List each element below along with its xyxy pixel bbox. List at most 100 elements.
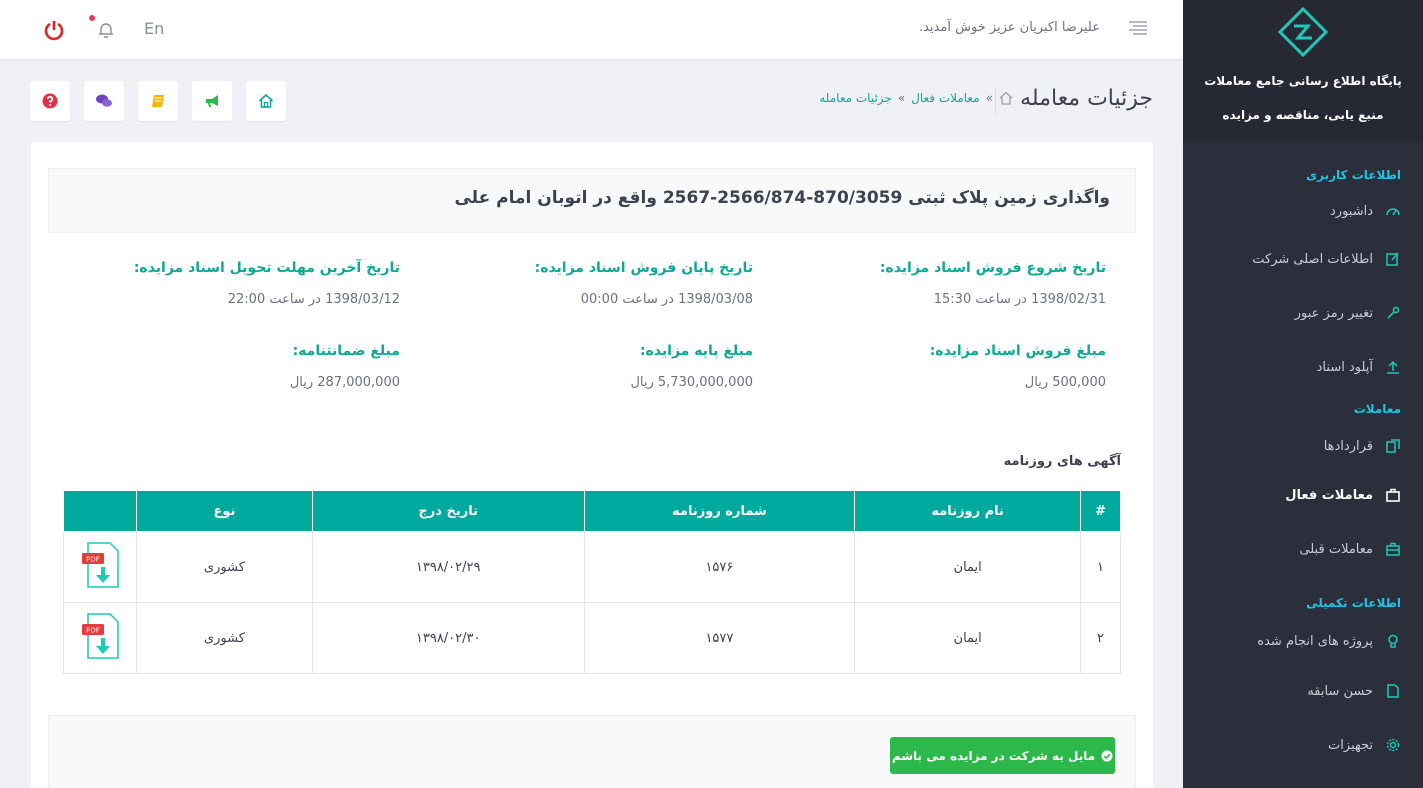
sidebar-item-label: داشبورد <box>1330 203 1373 219</box>
publish-date: ۱۳۹۸/۰۲/۲۹ <box>311 531 585 603</box>
sidebar-item-label: قراردادها <box>1323 438 1373 454</box>
pdf-badge-text: PDF <box>86 556 100 564</box>
contracts-icon <box>1385 438 1401 454</box>
ad-type: کشوری <box>136 602 313 674</box>
deal-details-card: واگذاری زمین پلاک ثبتی 870/3059-2566/874… <box>31 142 1153 788</box>
info-value: 5,730,000,000 ریال <box>630 375 753 390</box>
table-header-row: # نام روزنامه شماره روزنامه تاریخ درج نو… <box>63 490 1121 532</box>
publish-date: ۱۳۹۸/۰۲/۳۰ <box>311 602 585 674</box>
megaphone-icon <box>206 95 218 107</box>
info-label: تاریخ شروع فروش اسناد مزایده: <box>879 260 1106 276</box>
column-header <box>63 490 137 532</box>
pdf-download-icon[interactable]: PDF <box>80 541 120 589</box>
newspaper-ads-title: آگهی های روزنامه <box>1003 454 1121 469</box>
pdf-download-cell[interactable]: PDF <box>63 531 137 603</box>
info-sale-end: تاریخ پایان فروش اسناد مزایده: 1398/03/0… <box>423 260 753 307</box>
sidebar-section-user-info: اطلاعات کاربری <box>1306 168 1401 182</box>
archive-icon <box>1385 541 1401 557</box>
sidebar-item-label: معاملات فعال <box>1285 487 1373 503</box>
pdf-download-icon[interactable]: PDF <box>80 612 120 660</box>
sidebar-item-active-deals[interactable]: معاملات فعال <box>1183 468 1423 522</box>
info-label: مبلغ ضمانتنامه: <box>292 343 400 359</box>
dashboard-icon <box>1385 203 1401 219</box>
help-icon <box>42 93 58 109</box>
sidebar-item-good-record[interactable]: حسن سابقه <box>1183 664 1423 718</box>
gear-icon <box>1385 737 1401 753</box>
info-label: تاریخ آخرین مهلت تحویل اسناد مزایده: <box>133 260 400 276</box>
pdf-badge-text: PDF <box>86 627 100 635</box>
column-header: # <box>1080 490 1121 532</box>
document-icon <box>1385 683 1401 699</box>
info-value: 1398/03/12 در ساعت 22:00 <box>227 292 400 307</box>
info-value: 1398/03/08 در ساعت 00:00 <box>580 292 753 307</box>
edit-icon <box>1385 251 1401 267</box>
sidebar-item-contracts[interactable]: قراردادها <box>1183 424 1423 468</box>
home-icon[interactable] <box>999 91 1013 105</box>
newspaper-name: ایمان <box>854 602 1082 674</box>
pdf-download-cell[interactable]: PDF <box>63 602 137 674</box>
language-switch[interactable]: En <box>144 19 164 38</box>
notification-dot <box>89 15 95 21</box>
help-button[interactable] <box>30 81 70 121</box>
breadcrumb-deal-details: جزئیات معامله <box>819 91 892 105</box>
key-icon <box>1385 305 1401 321</box>
info-delivery-deadline: تاریخ آخرین مهلت تحویل اسناد مزایده: 139… <box>70 260 400 307</box>
ad-type: کشوری <box>136 531 313 603</box>
sidebar: پایگاه اطلاع رسانی جامع معاملات منبع یاب… <box>1183 0 1423 788</box>
sidebar-item-label: آپلود اسناد <box>1316 359 1373 375</box>
table-row: ۱ ایمان ۱۵۷۶ ۱۳۹۸/۰۲/۲۹ کشوری PDF <box>63 531 1121 603</box>
check-circle-icon <box>1101 750 1113 761</box>
chat-icon <box>96 94 112 107</box>
info-base-price: مبلغ پایه مزایده: 5,730,000,000 ریال <box>423 343 753 390</box>
messages-button[interactable] <box>84 81 124 121</box>
briefcase-icon <box>1385 487 1401 503</box>
welcome-message: علیرضا اکبریان عزیز خوش آمدید. <box>918 20 1100 35</box>
sidebar-item-dashboard[interactable]: داشبورد <box>1183 190 1423 232</box>
info-label: مبلغ پایه مزایده: <box>639 343 753 359</box>
info-value: 1398/02/31 در ساعت 15:30 <box>933 292 1106 307</box>
documents-button[interactable] <box>138 81 178 121</box>
sidebar-section-extra-info: اطلاعات تکمیلی <box>1306 596 1401 610</box>
sidebar-item-past-deals[interactable]: معاملات قبلی <box>1183 522 1423 576</box>
row-index: ۱ <box>1080 531 1121 603</box>
newspaper-number: ۱۵۷۷ <box>583 602 856 674</box>
home-button[interactable] <box>246 81 286 121</box>
info-value: 500,000 ریال <box>1024 375 1106 390</box>
newspaper-ads-table: # نام روزنامه شماره روزنامه تاریخ درج نو… <box>63 490 1121 674</box>
participate-button[interactable]: مایل به شرکت در مزایده می باشم <box>890 737 1115 774</box>
bell-icon[interactable] <box>97 21 115 39</box>
breadcrumb-separator: » <box>897 91 906 105</box>
newspaper-name: ایمان <box>854 531 1082 603</box>
info-sale-start: تاریخ شروع فروش اسناد مزایده: 1398/02/31… <box>776 260 1106 307</box>
column-header: نام روزنامه <box>854 490 1082 532</box>
breadcrumb-active-deals[interactable]: معاملات فعال <box>911 91 979 105</box>
column-header: نوع <box>136 490 313 532</box>
sidebar-item-equipment[interactable]: تجهیزات <box>1183 718 1423 772</box>
home-icon <box>258 93 274 108</box>
newspaper-number: ۱۵۷۶ <box>583 531 856 603</box>
info-label: تاریخ پایان فروش اسناد مزایده: <box>534 260 753 276</box>
sidebar-item-label: تغییر رمز عبور <box>1294 305 1373 321</box>
power-icon[interactable] <box>43 19 65 41</box>
book-icon <box>152 95 164 107</box>
participation-box: مایل به شرکت در مزایده می باشم <box>48 715 1136 788</box>
sidebar-item-change-password[interactable]: تغییر رمز عبور <box>1183 286 1423 340</box>
sidebar-item-label: معاملات قبلی <box>1299 541 1373 557</box>
sidebar-item-company-info[interactable]: اطلاعات اصلی شرکت <box>1183 232 1423 286</box>
upload-icon <box>1385 359 1401 375</box>
breadcrumb: » معاملات فعال » جزئیات معامله <box>819 91 1013 105</box>
brand: پایگاه اطلاع رسانی جامع معاملات منبع یاب… <box>1183 0 1423 142</box>
brand-logo <box>1277 6 1329 58</box>
info-guarantee: مبلغ ضمانتنامه: 287,000,000 ریال <box>70 343 400 390</box>
announcements-button[interactable] <box>192 81 232 121</box>
sidebar-item-completed-projects[interactable]: پروژه های انجام شده <box>1183 618 1423 664</box>
info-label: مبلغ فروش اسناد مزایده: <box>929 343 1106 359</box>
sidebar-section-deals: معاملات <box>1353 402 1401 416</box>
sidebar-item-upload-docs[interactable]: آپلود اسناد <box>1183 340 1423 394</box>
sidebar-item-label: اطلاعات اصلی شرکت <box>1252 251 1373 267</box>
sidebar-item-label: پروژه های انجام شده <box>1257 633 1373 649</box>
column-header: تاریخ درج <box>311 490 585 532</box>
deal-title-box: واگذاری زمین پلاک ثبتی 870/3059-2566/874… <box>48 168 1136 233</box>
menu-icon[interactable] <box>1129 20 1147 36</box>
participate-button-label: مایل به شرکت در مزایده می باشم <box>891 748 1096 763</box>
